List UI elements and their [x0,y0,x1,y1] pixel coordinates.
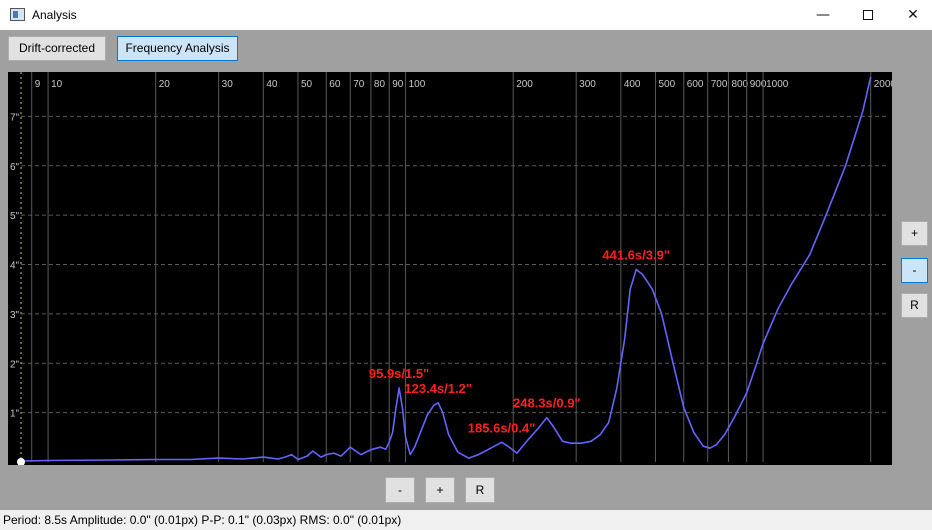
y-tick-label: 4" [10,261,20,272]
peak-label: 441.6s/3.9" [602,247,670,262]
zoom-in-x-button[interactable]: + [425,477,455,503]
window-title: Analysis [32,8,77,22]
y-tick-label: 2" [10,359,20,370]
x-tick-label: 10 [51,79,63,90]
x-tick-label: 50 [301,79,313,90]
x-tick-label: 2000 [874,79,892,90]
x-tick-label: 700 [711,79,728,90]
reset-y-button[interactable]: R [901,293,928,318]
x-tick-label: 20 [159,79,171,90]
x-tick-label: 40 [266,79,278,90]
maximize-button[interactable] [845,0,891,30]
x-tick-label: 400 [624,79,641,90]
zoom-out-y-button[interactable]: - [901,258,928,283]
zoom-out-x-button[interactable]: - [385,477,415,503]
y-tick-label: 3" [10,310,20,321]
frequency-analysis-button[interactable]: Frequency Analysis [117,36,238,61]
peak-label: 248.3s/0.9" [513,396,581,411]
y-tick-label: 5" [10,211,20,222]
analysis-window: Analysis — ✕ Drift-corrected Frequency A… [0,0,932,530]
x-tick-label: 80 [374,79,386,90]
title-bar: Analysis — ✕ [0,0,932,30]
x-tick-label: 70 [353,79,365,90]
x-tick-label: 500 [658,79,675,90]
x-tick-label: 800 [731,79,748,90]
drift-corrected-button[interactable]: Drift-corrected [8,36,106,61]
x-tick-label: 100 [409,79,426,90]
reset-x-button[interactable]: R [465,477,495,503]
plot-background [8,72,892,465]
y-tick-label: 7" [10,112,20,123]
app-icon [10,8,25,21]
peak-label: 95.9s/1.5" [369,366,429,381]
chart-svg[interactable]: 9 10 20 30 40 50 60 70 80 90 100 200 300 400 500 600 700… [8,72,896,466]
x-tick-label: 300 [579,79,596,90]
peak-label: 123.4s/1.2" [404,381,472,396]
y-tick-label: 6" [10,162,20,173]
x-tick-label: 30 [222,79,234,90]
x-tick-label: 90 [392,79,404,90]
close-button[interactable]: ✕ [890,0,932,30]
frequency-chart[interactable]: 9 10 20 30 40 50 60 70 80 90 100 200 300 400 500 600 700… [8,72,896,466]
maximize-icon [863,10,873,20]
peak-label: 185.6s/0.4" [468,420,536,435]
x-tick-label: 1000 [766,79,789,90]
y-tick-label: 1" [10,409,20,420]
x-tick-label: 9 [35,79,41,90]
status-bar: Period: 8.5s Amplitude: 0.0" (0.01px) P-… [0,510,932,530]
x-tick-label: 900 [750,79,767,90]
x-tick-label: 600 [687,79,704,90]
zoom-in-y-button[interactable]: + [901,221,928,246]
x-tick-label: 60 [329,79,341,90]
minimize-button[interactable]: — [800,0,846,30]
x-tick-label: 200 [516,79,533,90]
